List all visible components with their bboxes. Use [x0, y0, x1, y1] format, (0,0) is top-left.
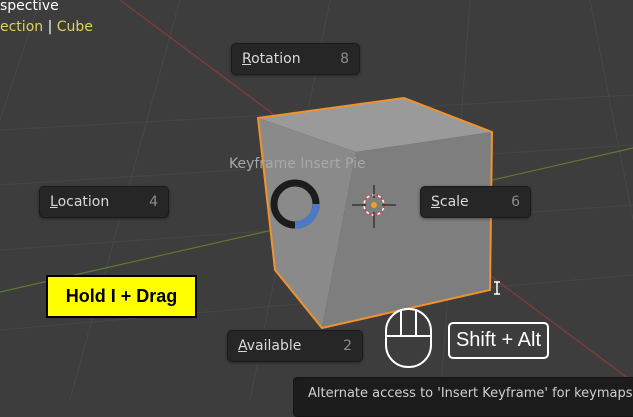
pie-item-shortcut: 6	[511, 194, 520, 210]
pie-item-shortcut: 2	[343, 338, 352, 354]
pie-item-label: Location	[50, 194, 110, 210]
tooltip: Alternate access to 'Insert Keyframe' fo…	[293, 377, 633, 417]
modifier-keys-overlay: Shift + Alt	[448, 322, 549, 359]
pie-item-scale[interactable]: Scale 6	[420, 186, 531, 218]
hold-key-overlay: Hold I + Drag	[46, 275, 197, 318]
pie-item-label: Scale	[431, 194, 469, 210]
text-cursor-icon	[494, 281, 500, 295]
mouse-icon	[385, 308, 432, 368]
pie-item-shortcut: 8	[340, 51, 349, 67]
pie-item-label: Available	[238, 338, 302, 354]
collection-name: ection	[0, 19, 44, 35]
pie-item-shortcut: 4	[149, 194, 158, 210]
object-name: Cube	[56, 19, 93, 35]
pie-item-available[interactable]: Available 2	[227, 330, 363, 362]
pie-item-rotation[interactable]: Rotation 8	[231, 43, 360, 75]
pie-menu-title: Keyframe Insert Pie	[229, 156, 366, 172]
breadcrumb-separator: |	[47, 19, 53, 35]
pie-item-location[interactable]: Location 4	[39, 186, 169, 218]
view-name-label: spective	[0, 0, 59, 14]
pie-item-label: Rotation	[242, 51, 301, 67]
collection-breadcrumb: ection | Cube	[0, 19, 93, 35]
